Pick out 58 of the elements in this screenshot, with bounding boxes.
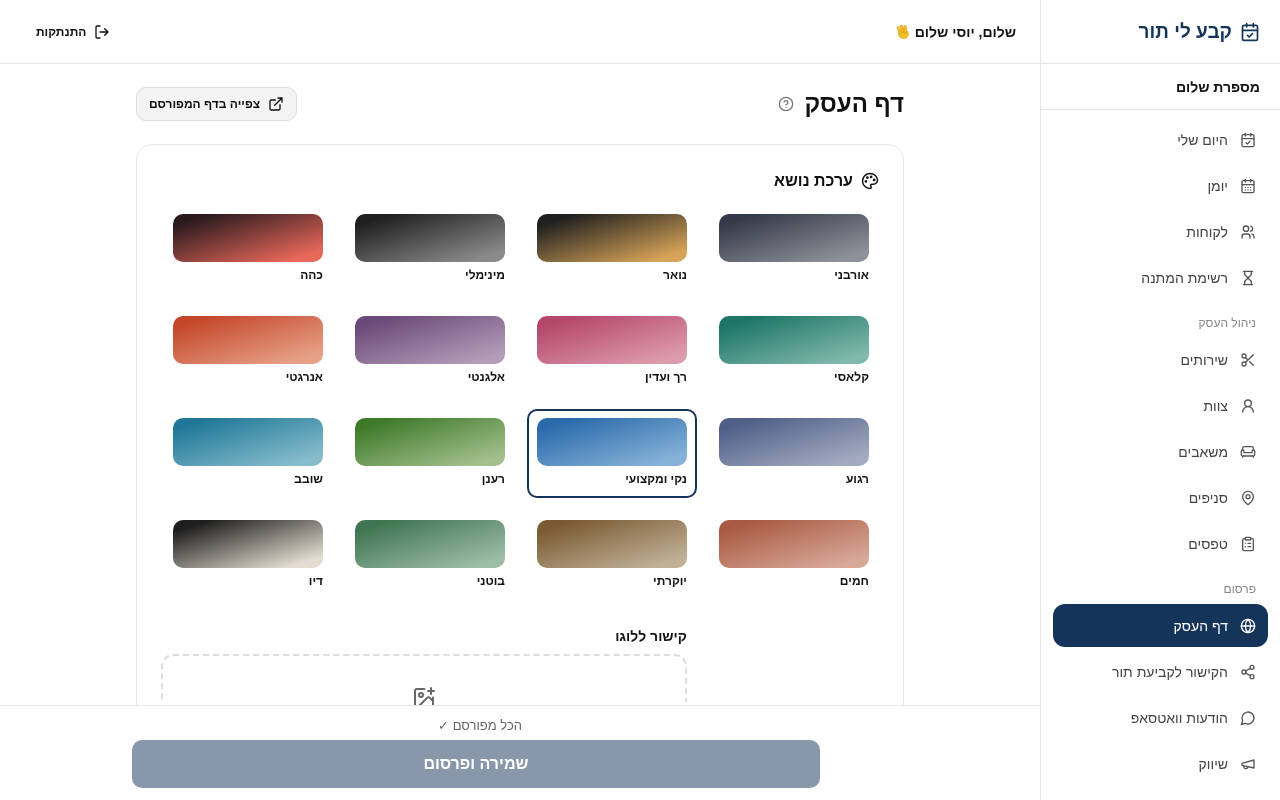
sidebar-item[interactable]: היום שלי bbox=[1053, 118, 1268, 161]
sidebar-item[interactable]: רשימת המתנה bbox=[1053, 256, 1268, 299]
clipboard-icon bbox=[1240, 535, 1256, 552]
waving-hand-icon bbox=[894, 23, 911, 40]
publish-status: הכל מפורסם ✓ bbox=[438, 718, 522, 735]
sidebar-item[interactable]: הקישור לקביעת תור bbox=[1053, 650, 1268, 693]
chat-bubble-icon bbox=[1240, 709, 1256, 726]
logout-icon bbox=[94, 23, 111, 40]
palette-icon bbox=[861, 172, 879, 190]
field-label: קישור ללוגו bbox=[614, 628, 687, 644]
user-icon bbox=[1240, 397, 1256, 414]
business-name: מספרת שלום bbox=[1175, 78, 1260, 95]
theme-option[interactable]: מינימלי bbox=[345, 205, 515, 294]
sidebar-item[interactable]: דף העסק bbox=[1053, 604, 1268, 647]
theme-option[interactable]: רענן bbox=[345, 409, 515, 498]
scissors-icon bbox=[1240, 351, 1256, 368]
sidebar-item[interactable]: סניפים bbox=[1053, 476, 1268, 519]
calendar-check-icon bbox=[1240, 21, 1260, 42]
theme-option[interactable]: רגוע bbox=[709, 409, 879, 498]
greeting-text: שלום, יוסי שלום bbox=[914, 23, 1016, 40]
logout-button[interactable]: התנתקות bbox=[32, 19, 115, 44]
sidebar-item[interactable]: טפסים bbox=[1053, 522, 1268, 565]
sidebar-item[interactable]: הודעות וואטסאפ bbox=[1053, 696, 1268, 739]
sidebar-item[interactable]: שיווק bbox=[1053, 742, 1268, 785]
theme-option[interactable]: קלאסי bbox=[709, 307, 879, 396]
calendar-check-icon bbox=[1240, 131, 1256, 148]
theme-option[interactable]: חמים bbox=[709, 511, 879, 600]
sofa-icon bbox=[1240, 443, 1256, 460]
map-pin-icon bbox=[1240, 489, 1256, 506]
users-icon bbox=[1240, 223, 1256, 240]
view-published-button[interactable]: צפייה בדף המפורסם bbox=[136, 87, 298, 121]
section-label: ניהול העסק bbox=[1198, 316, 1256, 330]
globe-icon bbox=[1240, 617, 1256, 634]
theme-option[interactable]: בוטני bbox=[345, 511, 515, 600]
page-title: דף העסק bbox=[804, 90, 904, 118]
theme-option[interactable]: אלגנטי bbox=[345, 307, 515, 396]
sidebar-item[interactable]: יומן bbox=[1053, 164, 1268, 207]
external-link-icon bbox=[268, 96, 285, 112]
theme-option[interactable]: יוקרתי bbox=[527, 511, 697, 600]
sidebar-item[interactable]: שירותים bbox=[1053, 338, 1268, 381]
theme-option[interactable]: אנרגטי bbox=[163, 307, 333, 396]
sidebar-item[interactable]: לקוחות bbox=[1053, 210, 1268, 253]
theme-option[interactable]: רך ועדין bbox=[527, 307, 697, 396]
theme-option[interactable]: אורבני bbox=[709, 205, 879, 294]
sidebar-item[interactable]: משאבים bbox=[1053, 430, 1268, 473]
section-label: פרסום bbox=[1223, 582, 1256, 596]
share-icon bbox=[1240, 663, 1256, 680]
help-icon bbox=[778, 96, 795, 112]
hourglass-icon bbox=[1240, 269, 1256, 286]
theme-option[interactable]: שובב bbox=[163, 409, 333, 498]
theme-option[interactable]: כהה bbox=[163, 205, 333, 294]
calendar-icon bbox=[1240, 177, 1256, 194]
sidebar-item[interactable]: צוות bbox=[1053, 384, 1268, 427]
theme-option[interactable]: דיו bbox=[163, 511, 333, 600]
theme-option[interactable]: נקי ומקצועי bbox=[527, 409, 697, 498]
theme-option[interactable]: נואר bbox=[527, 205, 697, 294]
app-logo-text: קבע לי תור bbox=[1138, 20, 1232, 43]
section-title: ערכת נושא bbox=[774, 172, 853, 190]
